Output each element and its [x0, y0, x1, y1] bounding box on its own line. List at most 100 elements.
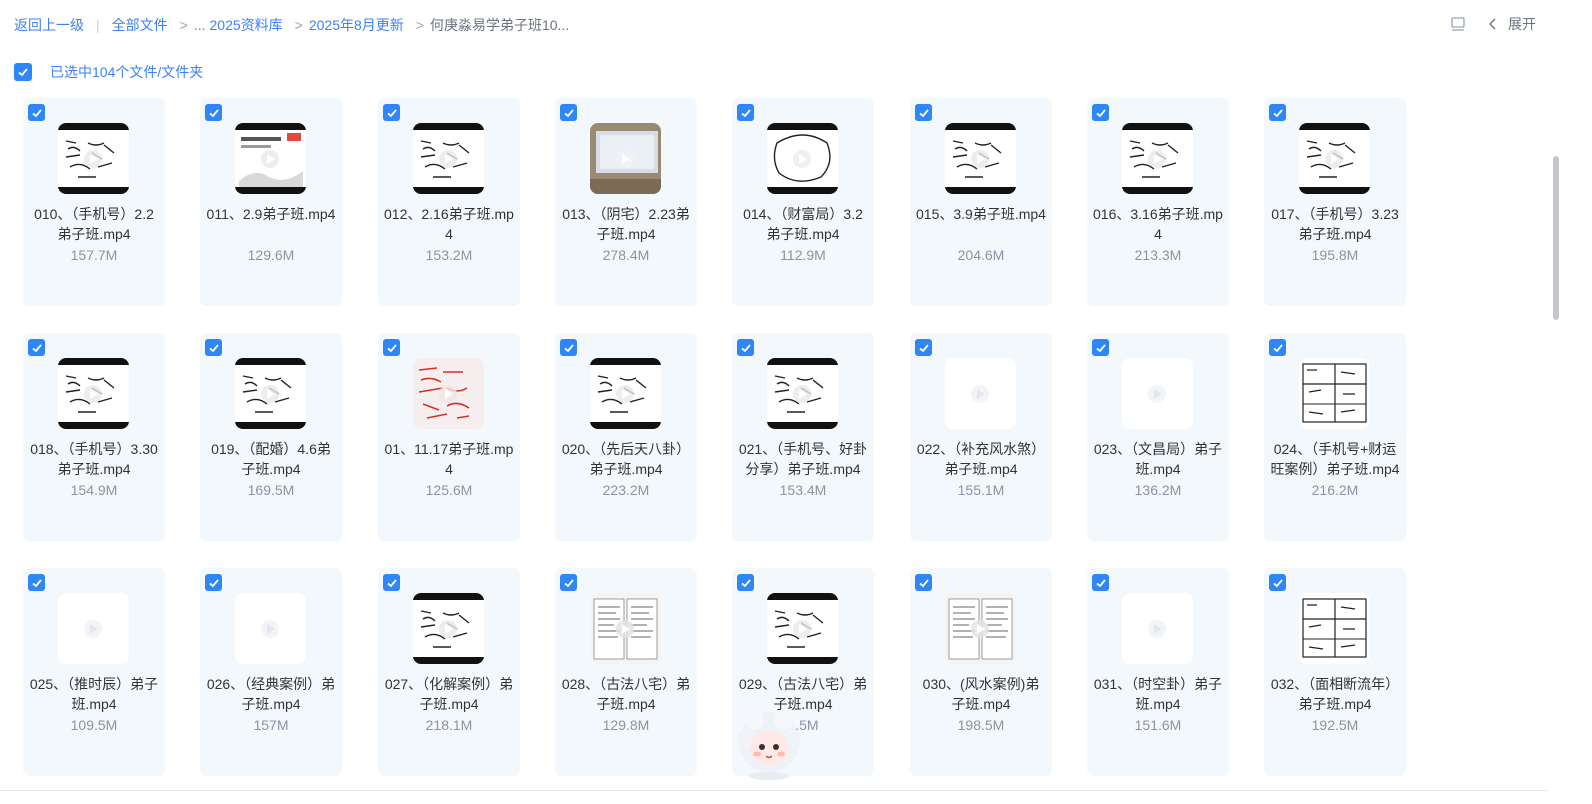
video-thumbnail[interactable]	[413, 123, 484, 194]
panel-toggle-icon[interactable]	[1450, 16, 1466, 32]
file-card[interactable]: 030、(风水案例)弟子班.mp4 198.5M	[910, 568, 1052, 776]
file-size: 125.6M	[425, 482, 473, 498]
file-name: 025、（推时辰）弟子班.mp4	[29, 676, 159, 712]
check-icon	[563, 343, 574, 352]
video-thumbnail[interactable]	[235, 123, 306, 194]
file-card[interactable]: 014、（财富局）3.2弟子班.mp4 112.9M	[732, 98, 874, 306]
assistant-mascot-icon[interactable]	[734, 706, 804, 780]
video-thumbnail[interactable]	[1299, 358, 1370, 429]
check-icon	[386, 108, 397, 117]
file-checkbox[interactable]	[737, 574, 754, 591]
file-card[interactable]: 021、（手机号、好卦分享）弟子班.mp4 153.4M	[732, 333, 874, 541]
file-checkbox[interactable]	[1092, 574, 1109, 591]
top-bar: 返回上一级 | 全部文件 > ... 2025资料库 > 2025年8月更新 >…	[0, 0, 1592, 48]
file-checkbox[interactable]	[737, 104, 754, 121]
breadcrumb-folder-update[interactable]: 2025年8月更新	[309, 15, 404, 35]
file-card[interactable]: 031、（时空卦）弟子班.mp4 151.6M	[1087, 568, 1229, 776]
file-checkbox[interactable]	[383, 574, 400, 591]
video-thumbnail[interactable]	[767, 358, 838, 429]
video-thumbnail[interactable]	[1122, 593, 1193, 664]
file-name: 030、(风水案例)弟子班.mp4	[922, 676, 1040, 712]
file-checkbox[interactable]	[1092, 104, 1109, 121]
video-thumbnail[interactable]	[1299, 593, 1370, 664]
file-checkbox[interactable]	[1269, 104, 1286, 121]
file-card[interactable]: 016、3.16弟子班.mp4 213.3M	[1087, 98, 1229, 306]
check-icon	[918, 108, 929, 117]
file-checkbox[interactable]	[737, 339, 754, 356]
video-thumbnail[interactable]	[235, 358, 306, 429]
file-card[interactable]: 011、2.9弟子班.mp4 129.6M	[200, 98, 342, 306]
file-checkbox[interactable]	[1269, 574, 1286, 591]
video-thumbnail[interactable]	[945, 358, 1016, 429]
video-thumbnail[interactable]	[1299, 123, 1370, 194]
breadcrumb-ellipsis[interactable]: ...	[194, 17, 206, 33]
file-card[interactable]: 018、（手机号）3.30弟子班.mp4 154.9M	[23, 333, 165, 541]
check-icon	[918, 343, 929, 352]
file-checkbox[interactable]	[383, 104, 400, 121]
file-name: 023、（文昌局）弟子班.mp4	[1093, 441, 1223, 477]
video-thumbnail[interactable]	[413, 593, 484, 664]
file-checkbox[interactable]	[560, 574, 577, 591]
file-checkbox[interactable]	[1092, 339, 1109, 356]
file-card[interactable]: 023、（文昌局）弟子班.mp4 136.2M	[1087, 333, 1229, 541]
file-checkbox[interactable]	[560, 339, 577, 356]
breadcrumb-folder-library[interactable]: 2025资料库	[210, 15, 283, 35]
select-all-checkbox[interactable]	[14, 63, 32, 81]
video-thumbnail[interactable]	[945, 593, 1016, 664]
file-checkbox[interactable]	[205, 574, 222, 591]
file-checkbox[interactable]	[383, 339, 400, 356]
file-card[interactable]: 025、（推时辰）弟子班.mp4 109.5M	[23, 568, 165, 776]
video-thumbnail[interactable]	[590, 593, 661, 664]
file-name: 010、（手机号）2.2弟子班.mp4	[34, 206, 154, 242]
video-thumbnail[interactable]	[1122, 358, 1193, 429]
video-thumbnail[interactable]	[413, 358, 484, 429]
file-size: 154.9M	[70, 482, 118, 498]
expand-button[interactable]: 展开	[1488, 14, 1536, 34]
video-thumbnail[interactable]	[235, 593, 306, 664]
file-size: 153.2M	[425, 247, 473, 263]
file-checkbox[interactable]	[205, 104, 222, 121]
video-thumbnail[interactable]	[767, 123, 838, 194]
video-thumbnail[interactable]	[767, 593, 838, 664]
file-card[interactable]: 020、（先后天八卦）弟子班.mp4 223.2M	[555, 333, 697, 541]
file-card[interactable]: 015、3.9弟子班.mp4 204.6M	[910, 98, 1052, 306]
bottom-divider	[0, 790, 1548, 791]
video-thumbnail[interactable]	[945, 123, 1016, 194]
file-card[interactable]: 027、（化解案例）弟子班.mp4 218.1M	[378, 568, 520, 776]
file-card[interactable]: 012、2.16弟子班.mp4 153.2M	[378, 98, 520, 306]
breadcrumb-all-files[interactable]: 全部文件	[112, 15, 168, 35]
video-thumbnail[interactable]	[590, 358, 661, 429]
file-card[interactable]: 01、11.17弟子班.mp4 125.6M	[378, 333, 520, 541]
file-checkbox[interactable]	[1269, 339, 1286, 356]
video-thumbnail[interactable]	[58, 123, 129, 194]
file-checkbox[interactable]	[915, 104, 932, 121]
scrollbar-track[interactable]	[1551, 0, 1561, 804]
video-thumbnail[interactable]	[58, 358, 129, 429]
back-link[interactable]: 返回上一级	[14, 15, 84, 35]
file-checkbox[interactable]	[28, 574, 45, 591]
file-card[interactable]: 026、（经典案例）弟子班.mp4 157M	[200, 568, 342, 776]
scrollbar-thumb[interactable]	[1553, 156, 1559, 320]
check-icon	[1095, 343, 1106, 352]
file-name: 012、2.16弟子班.mp4	[384, 206, 514, 242]
file-checkbox[interactable]	[205, 339, 222, 356]
file-name: 032、（面相断流年）弟子班.mp4	[1270, 676, 1400, 712]
video-thumbnail[interactable]	[1122, 123, 1193, 194]
video-thumbnail[interactable]	[58, 593, 129, 664]
video-thumbnail[interactable]	[590, 123, 661, 194]
file-card[interactable]: 024、（手机号+财运旺案例）弟子班.mp4 216.2M	[1264, 333, 1406, 541]
file-card[interactable]: 022、（补充风水煞）弟子班.mp4 155.1M	[910, 333, 1052, 541]
file-card[interactable]: 010、（手机号）2.2弟子班.mp4 157.7M	[23, 98, 165, 306]
file-card[interactable]: 017、（手机号）3.23弟子班.mp4 195.8M	[1264, 98, 1406, 306]
check-icon	[31, 108, 42, 117]
file-checkbox[interactable]	[915, 339, 932, 356]
file-card[interactable]: 013、（阴宅）2.23弟子班.mp4 278.4M	[555, 98, 697, 306]
file-checkbox[interactable]	[28, 339, 45, 356]
file-checkbox[interactable]	[560, 104, 577, 121]
file-card[interactable]: 019、（配婚）4.6弟子班.mp4 169.5M	[200, 333, 342, 541]
file-card[interactable]: 032、（面相断流年）弟子班.mp4 192.5M	[1264, 568, 1406, 776]
file-card[interactable]: 028、（古法八宅）弟子班.mp4 129.8M	[555, 568, 697, 776]
file-size: 223.2M	[602, 482, 650, 498]
file-checkbox[interactable]	[915, 574, 932, 591]
file-checkbox[interactable]	[28, 104, 45, 121]
